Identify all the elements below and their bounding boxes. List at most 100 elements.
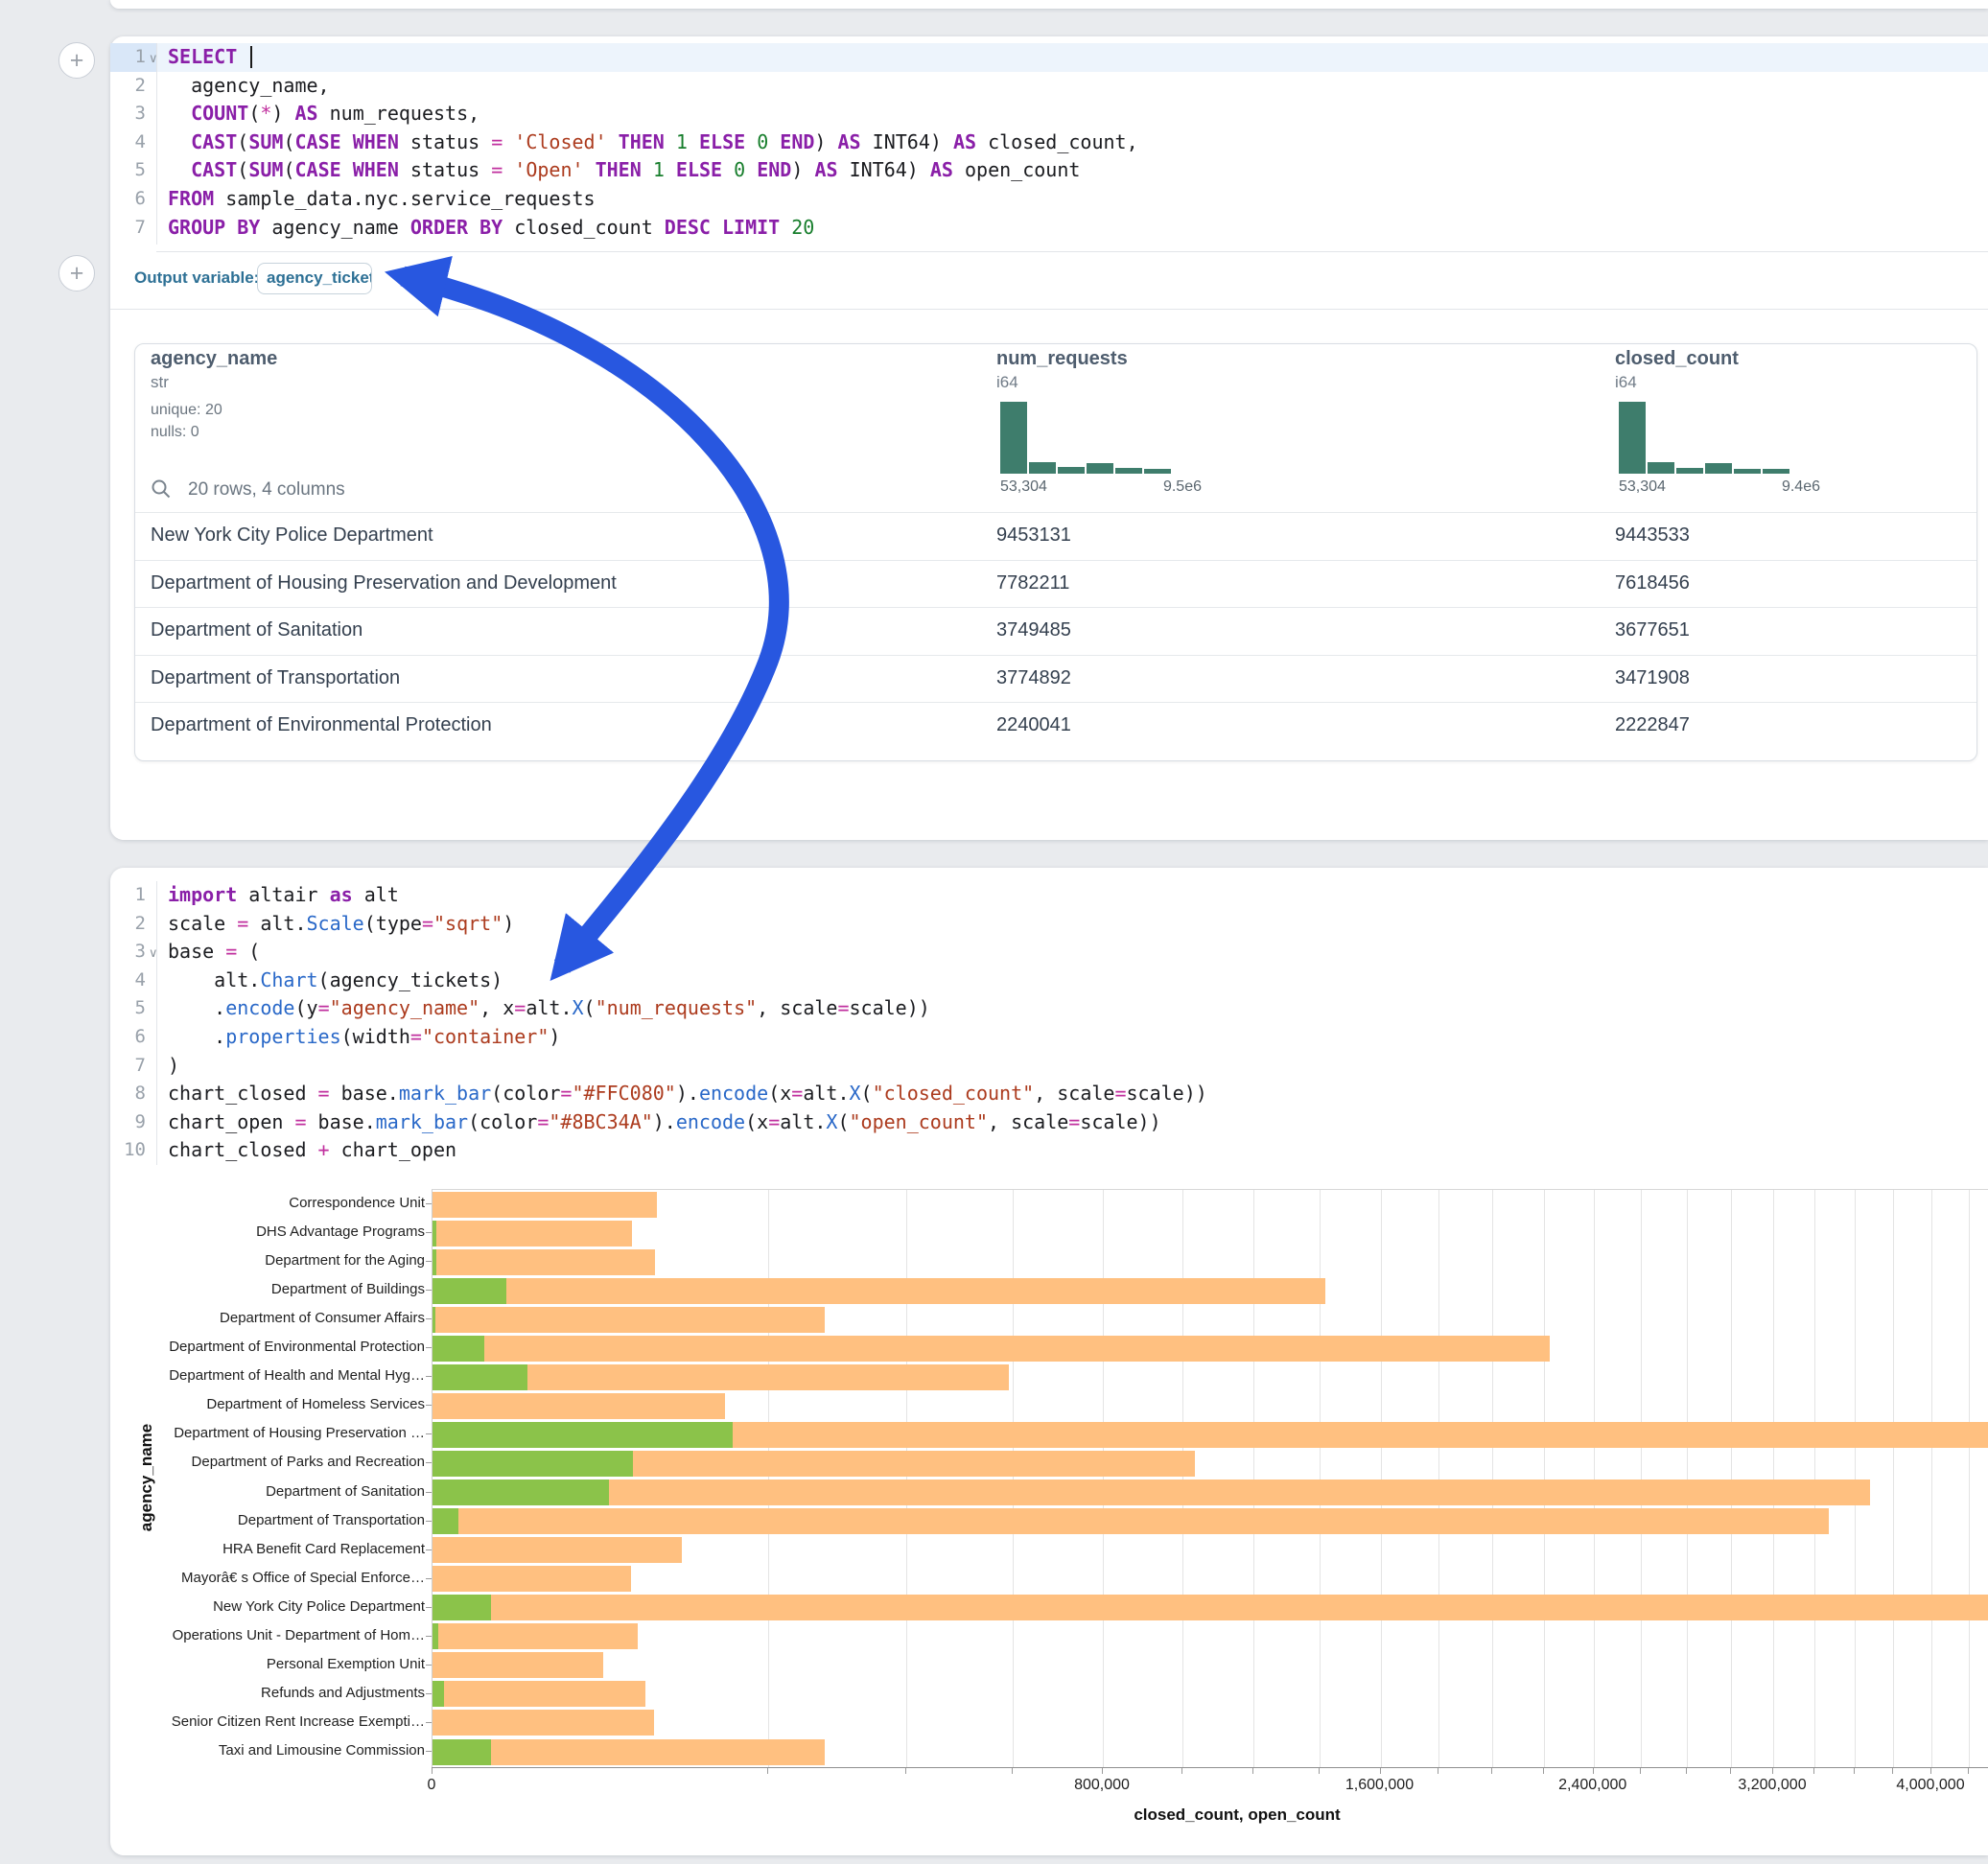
code-line[interactable]: 3∨base = ( xyxy=(110,938,1988,967)
code-line[interactable]: 6FROM sample_data.nyc.service_requests xyxy=(110,185,1988,214)
line-number[interactable]: 3 xyxy=(110,100,146,128)
bar-open-count xyxy=(433,1249,436,1275)
x-tick xyxy=(1730,1768,1731,1774)
table-row[interactable]: Department of Housing Preservation and D… xyxy=(135,560,1976,607)
line-number[interactable]: 8 xyxy=(110,1080,146,1108)
line-number[interactable]: 2 xyxy=(110,72,146,101)
bar-closed-count xyxy=(433,1393,725,1419)
bar-open-count xyxy=(433,1508,458,1534)
text-cursor xyxy=(250,46,252,68)
code-text: scale = alt.Scale(type="sqrt") xyxy=(168,910,514,939)
add-cell-button-top[interactable]: + xyxy=(58,42,95,79)
result-table[interactable]: agency_namestrunique: 20nulls: 0num_requ… xyxy=(134,343,1977,761)
x-tick xyxy=(1543,1768,1544,1774)
output-variable-pill[interactable]: agency_tickets xyxy=(257,263,372,294)
add-cell-button-middle[interactable]: + xyxy=(58,255,95,291)
bar-open-count xyxy=(433,1623,438,1649)
table-cell: 9453131 xyxy=(996,512,1071,559)
code-line[interactable]: 4 CAST(SUM(CASE WHEN status = 'Closed' T… xyxy=(110,128,1988,157)
code-line[interactable]: 7GROUP BY agency_name ORDER BY closed_co… xyxy=(110,214,1988,243)
code-line[interactable]: 9chart_open = base.mark_bar(color="#8BC3… xyxy=(110,1108,1988,1137)
x-axis-label: 3,200,000 xyxy=(1705,1777,1839,1794)
y-axis-label: Department of Health and Mental Hyg… xyxy=(137,1362,425,1390)
x-tick xyxy=(1854,1768,1855,1774)
code-line[interactable]: 7) xyxy=(110,1052,1988,1081)
x-tick xyxy=(767,1768,768,1774)
chevron-down-icon[interactable]: ∨ xyxy=(149,44,162,73)
code-line[interactable]: 2 agency_name, xyxy=(110,72,1988,101)
bar-open-count xyxy=(433,1480,609,1505)
x-axis-label: 800,000 xyxy=(1035,1777,1169,1794)
column-header[interactable]: num_requests xyxy=(996,348,1128,370)
code-line[interactable]: 3 COUNT(*) AS num_requests, xyxy=(110,100,1988,128)
table-row[interactable]: Department of Transportation377489234719… xyxy=(135,655,1976,702)
gutter-divider xyxy=(156,43,157,245)
line-number[interactable]: 4 xyxy=(110,128,146,157)
x-axis-label: 4,000,000 xyxy=(1863,1777,1988,1794)
y-axis-label: Correspondence Unit xyxy=(137,1189,425,1218)
line-number[interactable]: 6 xyxy=(110,185,146,214)
line-number[interactable]: 10 xyxy=(110,1136,146,1165)
divider xyxy=(110,309,1988,310)
line-number[interactable]: 5 xyxy=(110,994,146,1023)
line-number[interactable]: 9 xyxy=(110,1108,146,1137)
line-number[interactable]: 1 xyxy=(110,43,146,72)
x-axis-title: closed_count, open_count xyxy=(1134,1806,1340,1825)
code-line[interactable]: 6 .properties(width="container") xyxy=(110,1023,1988,1052)
histogram xyxy=(1000,397,1173,474)
python-code-editor[interactable]: 1import altair as alt2 scale = alt.Scale(… xyxy=(110,868,1988,1175)
x-tick xyxy=(1813,1768,1814,1774)
line-number[interactable]: 7 xyxy=(110,1052,146,1081)
line-number[interactable]: 4 xyxy=(110,967,146,995)
gridline xyxy=(1931,1190,1932,1768)
y-axis-label: Department of Consumer Affairs xyxy=(137,1304,425,1333)
table-cell: Department of Sanitation xyxy=(151,607,363,654)
code-text: chart_closed + chart_open xyxy=(168,1136,456,1165)
code-text: CAST(SUM(CASE WHEN status = 'Open' THEN … xyxy=(168,156,1080,185)
line-number[interactable]: 2 xyxy=(110,910,146,939)
table-summary: 20 rows, 4 columns xyxy=(188,479,345,501)
bar-closed-count xyxy=(433,1278,1325,1304)
code-line[interactable]: 2 scale = alt.Scale(type="sqrt") xyxy=(110,910,1988,939)
line-number[interactable]: 7 xyxy=(110,214,146,243)
code-line[interactable]: 1∨SELECT xyxy=(110,43,1988,72)
code-line[interactable]: 10 chart_closed + chart_open xyxy=(110,1136,1988,1165)
bar-closed-count xyxy=(433,1537,682,1563)
table-row[interactable]: Department of Sanitation37494853677651 xyxy=(135,607,1976,654)
table-row[interactable]: New York City Police Department945313194… xyxy=(135,512,1976,559)
code-line[interactable]: 5 .encode(y="agency_name", x=alt.X("num_… xyxy=(110,994,1988,1023)
code-line[interactable]: 1import altair as alt xyxy=(110,881,1988,910)
y-axis-label: Department of Housing Preservation … xyxy=(137,1419,425,1448)
line-number[interactable]: 1 xyxy=(110,881,146,910)
search-icon[interactable] xyxy=(150,478,173,501)
x-tick xyxy=(432,1768,433,1774)
column-type: i64 xyxy=(996,373,1018,392)
code-text: alt.Chart(agency_tickets) xyxy=(168,967,503,995)
code-line[interactable]: 4 alt.Chart(agency_tickets) xyxy=(110,967,1988,995)
code-text: .properties(width="container") xyxy=(168,1023,560,1052)
y-axis-label: Department of Buildings xyxy=(137,1275,425,1304)
plot-area xyxy=(432,1189,1988,1768)
code-line[interactable]: 8chart_closed = base.mark_bar(color="#FF… xyxy=(110,1080,1988,1108)
line-number[interactable]: 5 xyxy=(110,156,146,185)
table-row[interactable]: Department of Environmental Protection22… xyxy=(135,702,1976,749)
y-axis-label: New York City Police Department xyxy=(137,1593,425,1621)
sql-code-editor[interactable]: 1∨SELECT 2 agency_name,3 COUNT(*) AS num… xyxy=(110,36,1988,251)
x-tick xyxy=(1252,1768,1253,1774)
sql-cell-card: 1∨SELECT 2 agency_name,3 COUNT(*) AS num… xyxy=(110,36,1988,840)
divider xyxy=(156,251,1988,252)
table-cell: 3749485 xyxy=(996,607,1071,654)
column-header[interactable]: agency_name xyxy=(151,348,277,370)
y-axis-label: Department of Transportation xyxy=(137,1506,425,1535)
x-tick xyxy=(1892,1768,1893,1774)
column-type: str xyxy=(151,373,169,392)
histogram-bar xyxy=(1058,467,1085,474)
line-number[interactable]: 3 xyxy=(110,938,146,967)
code-line[interactable]: 5 CAST(SUM(CASE WHEN status = 'Open' THE… xyxy=(110,156,1988,185)
chevron-down-icon[interactable]: ∨ xyxy=(149,939,162,967)
column-header[interactable]: closed_count xyxy=(1615,348,1739,370)
bar-closed-count xyxy=(433,1566,631,1592)
line-number[interactable]: 6 xyxy=(110,1023,146,1052)
code-text: SELECT xyxy=(168,43,248,72)
x-tick xyxy=(1319,1768,1320,1774)
